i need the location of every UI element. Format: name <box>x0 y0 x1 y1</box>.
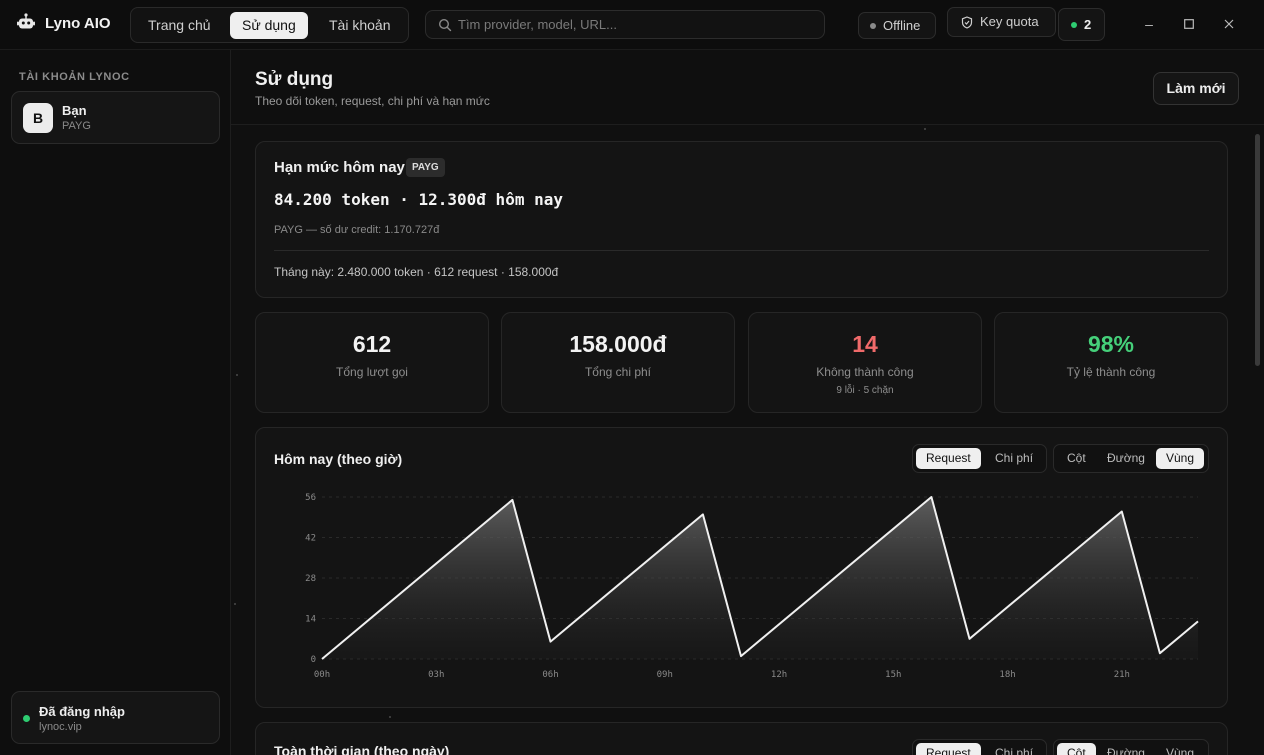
monthly-summary: Tháng này: 2.480.000 token · 612 request… <box>274 265 559 279</box>
x-tick-label: 09h <box>657 670 673 680</box>
close-icon <box>1224 19 1234 29</box>
login-status-dot <box>23 715 30 722</box>
y-tick-label: 28 <box>305 574 316 584</box>
avatar: B <box>23 103 53 133</box>
metric-cost-button[interactable]: Chi phí <box>985 743 1043 755</box>
x-tick-label: 06h <box>542 670 558 680</box>
login-status-title: Đã đăng nhập <box>39 704 125 719</box>
stat-value: 98% <box>1087 331 1135 357</box>
metric-request-button[interactable]: Request <box>916 448 981 469</box>
x-tick-label: 03h <box>428 670 444 680</box>
account-card[interactable]: B Bạn PAYG <box>11 91 220 144</box>
x-tick-label: 18h <box>999 670 1015 680</box>
robot-logo-icon <box>17 13 35 29</box>
shield-check-icon <box>961 16 973 29</box>
chart-type-toggle: Cột Đường Vùng <box>1053 444 1209 473</box>
offline-label: Offline <box>883 18 921 33</box>
scrollbar-thumb[interactable] <box>1255 134 1260 366</box>
metric-toggle: Request Chi phí <box>912 444 1047 473</box>
login-domain: lynoc.vip <box>39 721 82 733</box>
area-fill <box>322 497 1198 659</box>
divider <box>274 250 1209 251</box>
stat-total-cost: 158.000đ Tổng chi phí <box>501 312 735 413</box>
stat-label: Tổng chi phí <box>584 365 652 379</box>
stat-label: Tỷ lệ thành công <box>1066 365 1156 379</box>
stat-value: 14 <box>852 331 878 357</box>
y-tick-label: 0 <box>311 655 316 665</box>
y-tick-label: 42 <box>305 534 316 544</box>
x-tick-label: 12h <box>771 670 787 680</box>
chart-type-area-button[interactable]: Vùng <box>1156 448 1205 469</box>
status-dot <box>870 22 876 29</box>
login-status-card[interactable]: Đã đăng nhập lynoc.vip <box>11 691 220 744</box>
x-tick-label: 15h <box>885 670 901 680</box>
chart-type-line-button[interactable]: Đường <box>1097 448 1155 469</box>
key-quota-button[interactable]: Key quota <box>947 7 1056 37</box>
chart-type-area-button[interactable]: Vùng <box>1156 743 1204 755</box>
refresh-button[interactable]: Làm mới <box>1153 72 1239 105</box>
metric-request-button[interactable]: Request <box>916 743 981 755</box>
chart-type-line-button[interactable]: Đường <box>1097 743 1155 755</box>
search-icon <box>438 18 452 32</box>
tab-account[interactable]: Tài khoản <box>317 12 402 39</box>
y-tick-label: 14 <box>305 615 316 625</box>
stat-label: Không thành công <box>816 365 914 379</box>
search-input[interactable] <box>458 14 818 35</box>
online-count: 2 <box>1084 17 1092 32</box>
x-tick-label: 00h <box>314 670 330 680</box>
chart-type-toggle: Cột Đường Vùng <box>1053 739 1209 755</box>
app-title: Lyno AIO <box>45 15 111 32</box>
stat-value: 612 <box>352 331 392 357</box>
stat-success-rate: 98% Tỷ lệ thành công <box>994 312 1228 413</box>
stat-failures: 14 Không thành công 9 lỗi · 5 chặn <box>748 312 982 413</box>
page-title: Sử dụng <box>255 69 334 90</box>
chart-type-bar-button[interactable]: Cột <box>1057 448 1096 469</box>
minimize-button[interactable]: – <box>1139 14 1159 34</box>
tab-home[interactable]: Trang chủ <box>136 12 223 39</box>
stat-breakdown: 9 lỗi · 5 chặn <box>836 385 894 396</box>
search-box <box>425 10 825 39</box>
account-plan: PAYG <box>62 120 91 132</box>
hourly-area-chart: 0 14 28 42 56 00h 03h 06h 09h 12h 15h 18h 21h <box>305 493 1199 680</box>
page-subtitle: Theo dõi token, request, chi phí và hạn … <box>255 94 490 108</box>
stat-value: 158.000đ <box>569 331 667 357</box>
chart-type-bar-button[interactable]: Cột <box>1057 743 1096 755</box>
page-header <box>231 50 1264 125</box>
connection-status: Offline <box>858 12 936 39</box>
main-nav: Trang chủ Sử dụng Tài khoản <box>130 7 409 43</box>
credit-balance: PAYG — số dư credit: 1.170.727đ <box>274 224 440 236</box>
online-dot <box>1071 21 1077 28</box>
stat-label: Tổng lượt gọi <box>336 365 408 379</box>
all-time-chart-title: Toàn thời gian (theo ngày) <box>274 743 450 755</box>
plan-badge: PAYG <box>406 158 445 177</box>
x-tick-label: 21h <box>1114 670 1130 680</box>
close-button[interactable] <box>1219 14 1239 34</box>
stat-total-calls: 612 Tổng lượt gọi <box>255 312 489 413</box>
maximize-button[interactable] <box>1179 14 1199 34</box>
key-quota-label: Key quota <box>980 14 1039 29</box>
y-tick-label: 56 <box>305 493 316 503</box>
account-name: Bạn <box>62 103 87 118</box>
quota-today-usage: 84.200 token · 12.300đ hôm nay <box>274 190 563 209</box>
sidebar-heading: TÀI KHOẢN LYNOC <box>19 71 130 83</box>
metric-toggle: Request Chi phí <box>912 739 1047 755</box>
sidebar <box>0 50 231 755</box>
online-count-badge[interactable]: 2 <box>1058 8 1105 41</box>
tab-usage[interactable]: Sử dụng <box>230 12 308 39</box>
today-chart-title: Hôm nay (theo giờ) <box>274 451 403 467</box>
quota-title: Hạn mức hôm nay <box>274 159 405 176</box>
maximize-icon <box>1184 19 1194 29</box>
metric-cost-button[interactable]: Chi phí <box>985 448 1043 469</box>
